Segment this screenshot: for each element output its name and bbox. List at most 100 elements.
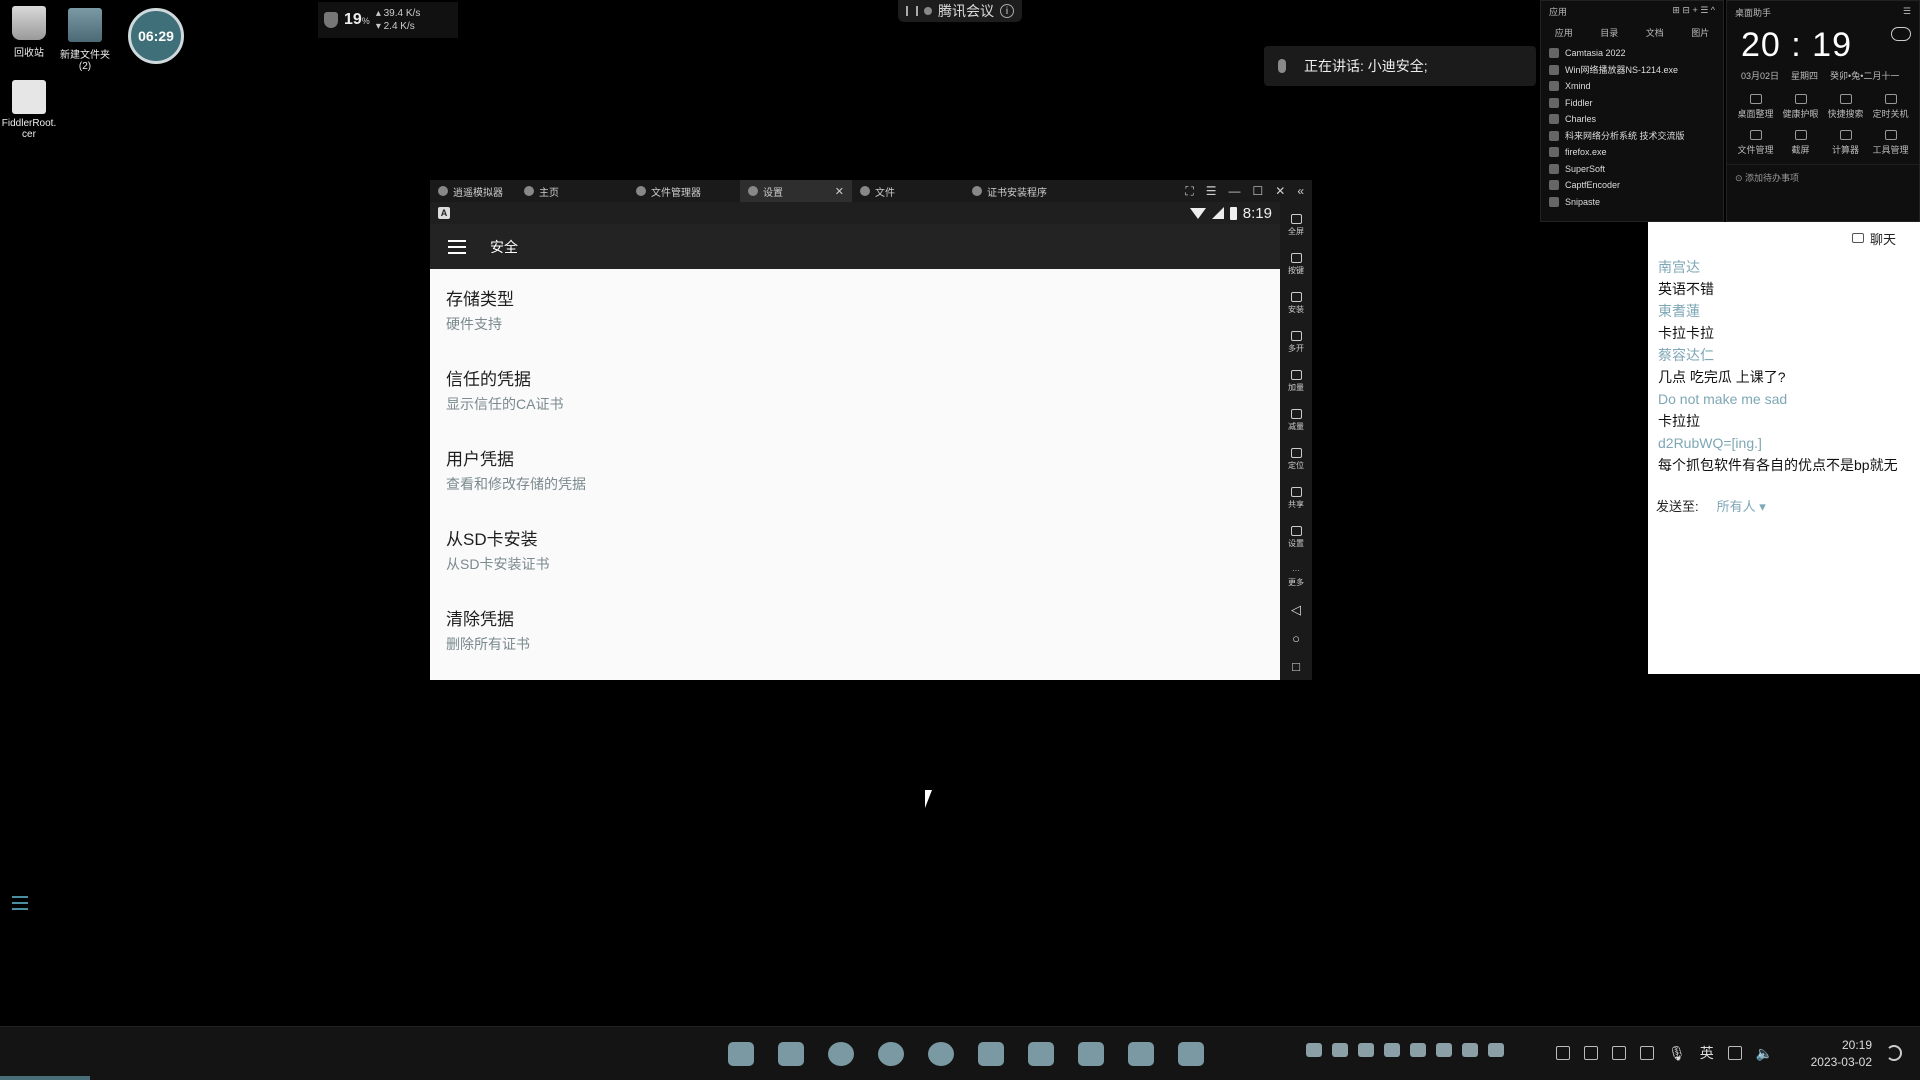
home-button[interactable]: ○	[1292, 624, 1300, 652]
launcher-tab-apps[interactable]: 应用	[1555, 26, 1573, 39]
taskbar-wechat[interactable]	[922, 1035, 960, 1073]
taskbar-fiddler[interactable]	[1022, 1035, 1060, 1073]
tray-display-icon[interactable]	[1488, 1043, 1504, 1057]
close-button[interactable]: ✕	[1275, 184, 1285, 199]
send-to-select[interactable]: 所有人 ▾	[1717, 496, 1766, 515]
sidebar-fullscreen[interactable]: 全屏	[1288, 206, 1304, 245]
setting-storage-type[interactable]: 存储类型 硬件支持	[430, 269, 1280, 349]
setting-clear-credentials[interactable]: 清除凭据 删除所有证书	[430, 589, 1280, 669]
taskbar-chrome[interactable]	[822, 1035, 860, 1073]
taskbar-photos[interactable]	[1122, 1035, 1160, 1073]
taskbar-box-app[interactable]	[1072, 1035, 1110, 1073]
tool-file-manager[interactable]: 文件管理	[1733, 130, 1778, 156]
network-share-icon[interactable]	[1556, 1046, 1570, 1060]
taskbar-pentagon-app[interactable]	[972, 1035, 1010, 1073]
tab-cert-installer[interactable]: 证书安装程序	[964, 180, 1076, 202]
tool-eye-care[interactable]: 健康护眼	[1778, 94, 1823, 120]
tencent-meeting-bar[interactable]: 腾讯会议 i	[898, 0, 1022, 22]
sidebar-settings[interactable]: 设置	[1288, 518, 1304, 557]
microphone-icon[interactable]: 🎙	[1668, 1045, 1686, 1062]
network-icon[interactable]	[1727, 1046, 1742, 1060]
sidebar-multi[interactable]: 多开	[1288, 323, 1304, 362]
usb-icon[interactable]	[1640, 1046, 1654, 1060]
menu-icon[interactable]: ☰	[1206, 184, 1217, 199]
widget-menu-icon[interactable]: ☰	[1903, 6, 1911, 19]
bookmark-icon[interactable]	[1612, 1046, 1626, 1060]
shield-icon	[324, 12, 338, 28]
tab-home[interactable]: 主页	[516, 180, 628, 202]
launcher-item[interactable]: Win网络播放器NS-1214.exe	[1549, 62, 1715, 79]
tray-monitor-icon[interactable]	[1436, 1043, 1452, 1057]
tray-shield-icon[interactable]	[1358, 1043, 1374, 1057]
security-settings-list: 存储类型 硬件支持 信任的凭据 显示信任的CA证书 用户凭据 查看和修改存储的凭…	[430, 269, 1280, 669]
tab-file-manager[interactable]: 文件管理器	[628, 180, 740, 202]
setting-user-credentials[interactable]: 用户凭据 查看和修改存储的凭据	[430, 429, 1280, 509]
sidebar-volume-up[interactable]: 加量	[1288, 362, 1304, 401]
sidebar-share[interactable]: 共享	[1288, 479, 1304, 518]
apk-icon	[1290, 292, 1302, 302]
tab-emulator[interactable]: 逍遥模拟器	[430, 180, 516, 202]
tray-pentagon-icon[interactable]	[1332, 1043, 1348, 1057]
ime-indicator[interactable]: 英	[1700, 1043, 1714, 1063]
tool-calculator[interactable]: 计算器	[1823, 130, 1868, 156]
launcher-item[interactable]: Fiddler	[1549, 95, 1715, 112]
tool-timed-shutdown[interactable]: 定时关机	[1868, 94, 1913, 120]
launcher-item[interactable]: SuperSoft	[1549, 161, 1715, 178]
add-todo[interactable]: ⊙ 添加待办事项	[1727, 164, 1919, 190]
do-not-disturb-icon[interactable]	[1886, 1045, 1902, 1061]
back-button[interactable]: ◁	[1291, 596, 1301, 624]
tool-manager[interactable]: 工具管理	[1868, 130, 1913, 156]
launcher-controls[interactable]: ⊞ ⊟ + ☰ ^	[1672, 5, 1715, 18]
sidebar-keymap[interactable]: 按键	[1288, 245, 1304, 284]
sidebar-location[interactable]: 定位	[1288, 440, 1304, 479]
taskbar-start[interactable]	[722, 1035, 760, 1073]
desktop-icon-new-folder[interactable]: 新建文件夹 (2)	[50, 8, 120, 72]
copy-icon[interactable]	[1584, 1046, 1598, 1060]
chat-message: 几点 吃完瓜 上课了?	[1658, 369, 1786, 385]
minimize-button[interactable]: —	[1228, 184, 1240, 199]
launcher-tab-docs[interactable]: 文档	[1646, 26, 1664, 39]
collapse-sidebar-icon[interactable]: «	[1297, 184, 1304, 199]
tray-box-icon[interactable]	[1410, 1043, 1426, 1057]
chat-panel: 聊天 南宫达 英语不错 東耆蓮 卡拉卡拉 蔡容达仁 几点 吃完瓜 上课了? Do…	[1648, 222, 1920, 674]
launcher-item[interactable]: Snipaste	[1549, 194, 1715, 211]
sidebar-more[interactable]: ··· 更多	[1288, 557, 1304, 596]
tab-close-icon[interactable]: ✕	[835, 185, 844, 198]
tray-app-icon[interactable]	[1462, 1043, 1478, 1057]
taskbar-file-explorer[interactable]	[772, 1035, 810, 1073]
speaker-icon[interactable]: 🔈	[1756, 1045, 1773, 1062]
tab-settings[interactable]: 设置 ✕	[740, 180, 852, 202]
launcher-item[interactable]: Xmind	[1549, 78, 1715, 95]
sidebar-volume-down[interactable]: 减量	[1288, 401, 1304, 440]
timer-badge[interactable]: 06:29	[128, 8, 184, 64]
taskbar-clock[interactable]: 20:19 2023-03-02	[1796, 1037, 1872, 1071]
launcher-item[interactable]: CaptfEncoder	[1549, 177, 1715, 194]
taskbar: 🎙 英 🔈 20:19 2023-03-02	[0, 1026, 1920, 1080]
taskbar-edge[interactable]	[872, 1035, 910, 1073]
info-icon[interactable]: i	[1000, 4, 1014, 18]
setting-install-from-sd[interactable]: 从SD卡安装 从SD卡安装证书	[430, 509, 1280, 589]
list-icon[interactable]	[12, 896, 28, 910]
hamburger-menu-icon[interactable]	[448, 239, 466, 254]
tray-photos-icon[interactable]	[1306, 1043, 1322, 1057]
maximize-button[interactable]: ☐	[1252, 184, 1263, 199]
launcher-tab-dirs[interactable]: 目录	[1600, 26, 1618, 39]
network-monitor-widget[interactable]: 19% ▴ 39.4 K/s ▾ 2.4 K/s	[318, 2, 458, 38]
launcher-item[interactable]: firefox.exe	[1549, 144, 1715, 161]
share-folder-icon	[1290, 487, 1302, 497]
recents-button[interactable]: □	[1292, 652, 1300, 680]
taskbar-diamond-app[interactable]	[1172, 1035, 1210, 1073]
tray-gear-icon[interactable]	[1384, 1043, 1400, 1057]
launcher-item[interactable]: 科来网络分析系统 技术交流版	[1549, 128, 1715, 145]
tool-quick-search[interactable]: 快捷搜索	[1823, 94, 1868, 120]
tool-screenshot[interactable]: 截屏	[1778, 130, 1823, 156]
tab-files[interactable]: 文件	[852, 180, 964, 202]
screenshot-icon[interactable]: ⛶	[1185, 184, 1193, 199]
launcher-tab-images[interactable]: 图片	[1691, 26, 1709, 39]
sidebar-install[interactable]: 安装	[1288, 284, 1304, 323]
launcher-item[interactable]: Camtasia 2022	[1549, 45, 1715, 62]
desktop-icon-fiddler-cert[interactable]: FiddlerRoot. cer	[0, 80, 64, 140]
launcher-item[interactable]: Charles	[1549, 111, 1715, 128]
setting-trusted-credentials[interactable]: 信任的凭据 显示信任的CA证书	[430, 349, 1280, 429]
tool-desktop-organize[interactable]: 桌面整理	[1733, 94, 1778, 120]
